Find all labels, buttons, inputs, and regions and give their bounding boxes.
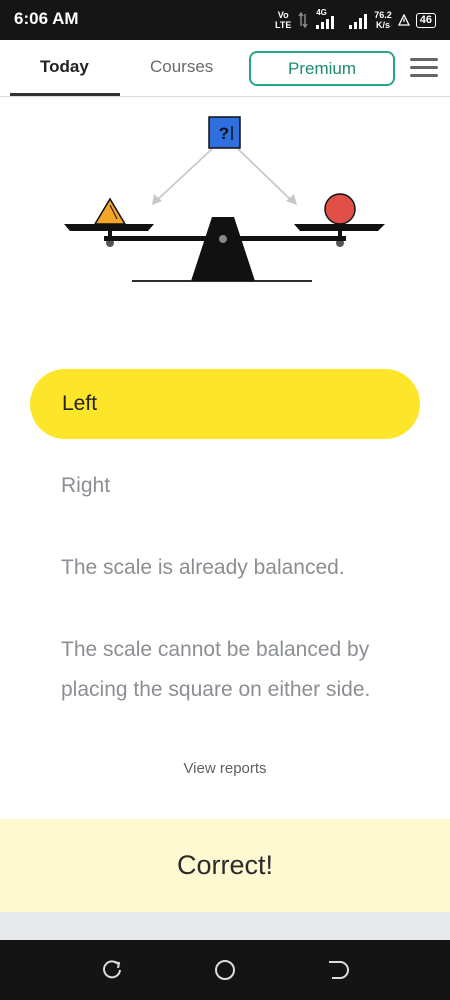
battery-level: 46	[419, 13, 432, 26]
answer-option-label: Right	[61, 474, 111, 497]
answer-option-label: Left	[62, 392, 98, 415]
answer-option-cannot-balance[interactable]: The scale cannot be balanced by placing …	[30, 630, 390, 710]
content-bottom-strip	[0, 912, 450, 940]
right-pan	[294, 224, 385, 247]
view-reports-link[interactable]: View reports	[0, 760, 450, 777]
battery-icon: 46	[415, 12, 436, 28]
active-tab-indicator	[10, 93, 120, 96]
signal-4g-icon: 4G	[314, 8, 342, 30]
premium-button[interactable]: Premium	[249, 51, 395, 86]
speed-unit: K/s	[375, 20, 390, 30]
question-mark: ?	[219, 124, 229, 143]
answer-option-balanced[interactable]: The scale is already balanced.	[30, 548, 420, 588]
mystery-square: ?	[208, 116, 241, 149]
arrow-right-icon	[237, 148, 297, 205]
balance-scale-illustration: ?	[64, 116, 385, 282]
tab-courses[interactable]: Courses	[150, 57, 213, 77]
circle-weight	[324, 193, 356, 225]
alert-icon	[397, 14, 410, 26]
top-nav: Today Courses Premium	[0, 40, 450, 97]
answer-option-left[interactable]: Left	[30, 369, 420, 439]
answer-option-label: The scale is already balanced.	[61, 556, 345, 579]
scale-fulcrum	[191, 217, 255, 281]
data-arrows-icon	[298, 12, 308, 28]
status-bar: 6:06 AM Vo LTE 4G 76.2 K/s 46	[0, 0, 450, 40]
system-navigation-bar	[0, 940, 450, 1000]
recents-icon[interactable]	[100, 958, 124, 982]
feedback-message: Correct!	[176, 850, 274, 880]
status-indicators: Vo LTE 4G 76.2 K/s 46	[274, 6, 436, 34]
left-pan	[64, 224, 154, 247]
arrow-left-icon	[152, 148, 213, 205]
status-time: 6:06 AM	[14, 9, 79, 28]
feedback-banner: Correct!	[0, 819, 450, 912]
speed-value: 76.2	[374, 10, 392, 20]
tab-today[interactable]: Today	[40, 57, 89, 77]
back-icon[interactable]	[326, 958, 350, 982]
network-speed: 76.2 K/s	[374, 10, 392, 30]
answer-option-right[interactable]: Right	[30, 466, 420, 506]
triangle-weight	[93, 197, 127, 225]
hamburger-menu-icon[interactable]	[410, 58, 438, 80]
answer-option-label: The scale cannot be balanced by placing …	[61, 638, 371, 701]
signal-bars-icon	[349, 14, 368, 29]
volte-icon: Vo LTE	[275, 10, 292, 30]
home-icon[interactable]	[213, 958, 237, 982]
